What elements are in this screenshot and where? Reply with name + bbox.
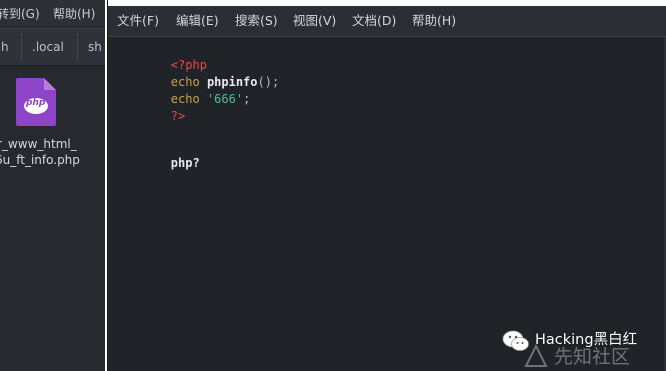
file-name-line-2: 6u_ft_info.php bbox=[0, 153, 80, 167]
php-icon-label: php bbox=[26, 98, 46, 108]
file-manager-menubar: 转到(G) 帮助(H) bbox=[0, 0, 105, 26]
editor-menubar: 文件(F) 编辑(E) 搜索(S) 视图(V) 文档(D) 帮助(H) bbox=[108, 6, 666, 37]
punctuation: ; bbox=[243, 92, 251, 106]
menu-edit[interactable]: 编辑(E) bbox=[176, 6, 219, 36]
code-line-4: ?> bbox=[113, 91, 185, 123]
location-tabs: h .local sh bbox=[0, 28, 105, 66]
text-editor-window: 文件(F) 编辑(E) 搜索(S) 视图(V) 文档(D) 帮助(H) <?ph… bbox=[107, 0, 666, 371]
tab-local[interactable]: .local bbox=[32, 29, 64, 65]
menu-go[interactable]: 转到(G) bbox=[0, 0, 40, 28]
tab-sh[interactable]: sh bbox=[88, 29, 102, 65]
plain-text: php? bbox=[170, 156, 200, 170]
watermark: 先知社区 Hacking黑白红 bbox=[502, 328, 662, 368]
code-line-2: echo phpinfo(); bbox=[113, 57, 279, 89]
php-close-tag: ?> bbox=[170, 109, 186, 123]
file-list: php r_www_html_ 6u_ft_info.php bbox=[0, 66, 105, 371]
menu-search[interactable]: 搜索(S) bbox=[235, 6, 278, 36]
string-literal: '666' bbox=[206, 92, 244, 106]
tab-h[interactable]: h bbox=[1, 29, 9, 65]
menu-file[interactable]: 文件(F) bbox=[117, 6, 159, 36]
menu-view[interactable]: 视图(V) bbox=[293, 6, 336, 36]
file-name-line-1: r_www_html_ bbox=[0, 137, 77, 151]
screenshot: 转到(G) 帮助(H) h .local sh php r_www_html_ … bbox=[0, 0, 666, 371]
code-line-3: echo '666'; bbox=[113, 74, 251, 106]
code-editor-area[interactable]: <?php echo phpinfo(); echo '666'; ?> php… bbox=[113, 40, 653, 170]
menu-document[interactable]: 文档(D) bbox=[352, 6, 396, 36]
file-manager-window: 转到(G) 帮助(H) h .local sh php r_www_html_ … bbox=[0, 0, 105, 371]
watermark-text: Hacking黑白红 bbox=[535, 332, 638, 348]
menu-help[interactable]: 帮助(H) bbox=[53, 0, 95, 28]
code-line-7: php? bbox=[113, 138, 200, 170]
code-line-1: <?php bbox=[113, 40, 207, 72]
menu-help[interactable]: 帮助(H) bbox=[412, 6, 456, 36]
tab-separator bbox=[77, 33, 78, 61]
wechat-icon bbox=[502, 330, 529, 351]
punctuation: (); bbox=[257, 75, 280, 89]
tab-separator bbox=[21, 33, 22, 61]
